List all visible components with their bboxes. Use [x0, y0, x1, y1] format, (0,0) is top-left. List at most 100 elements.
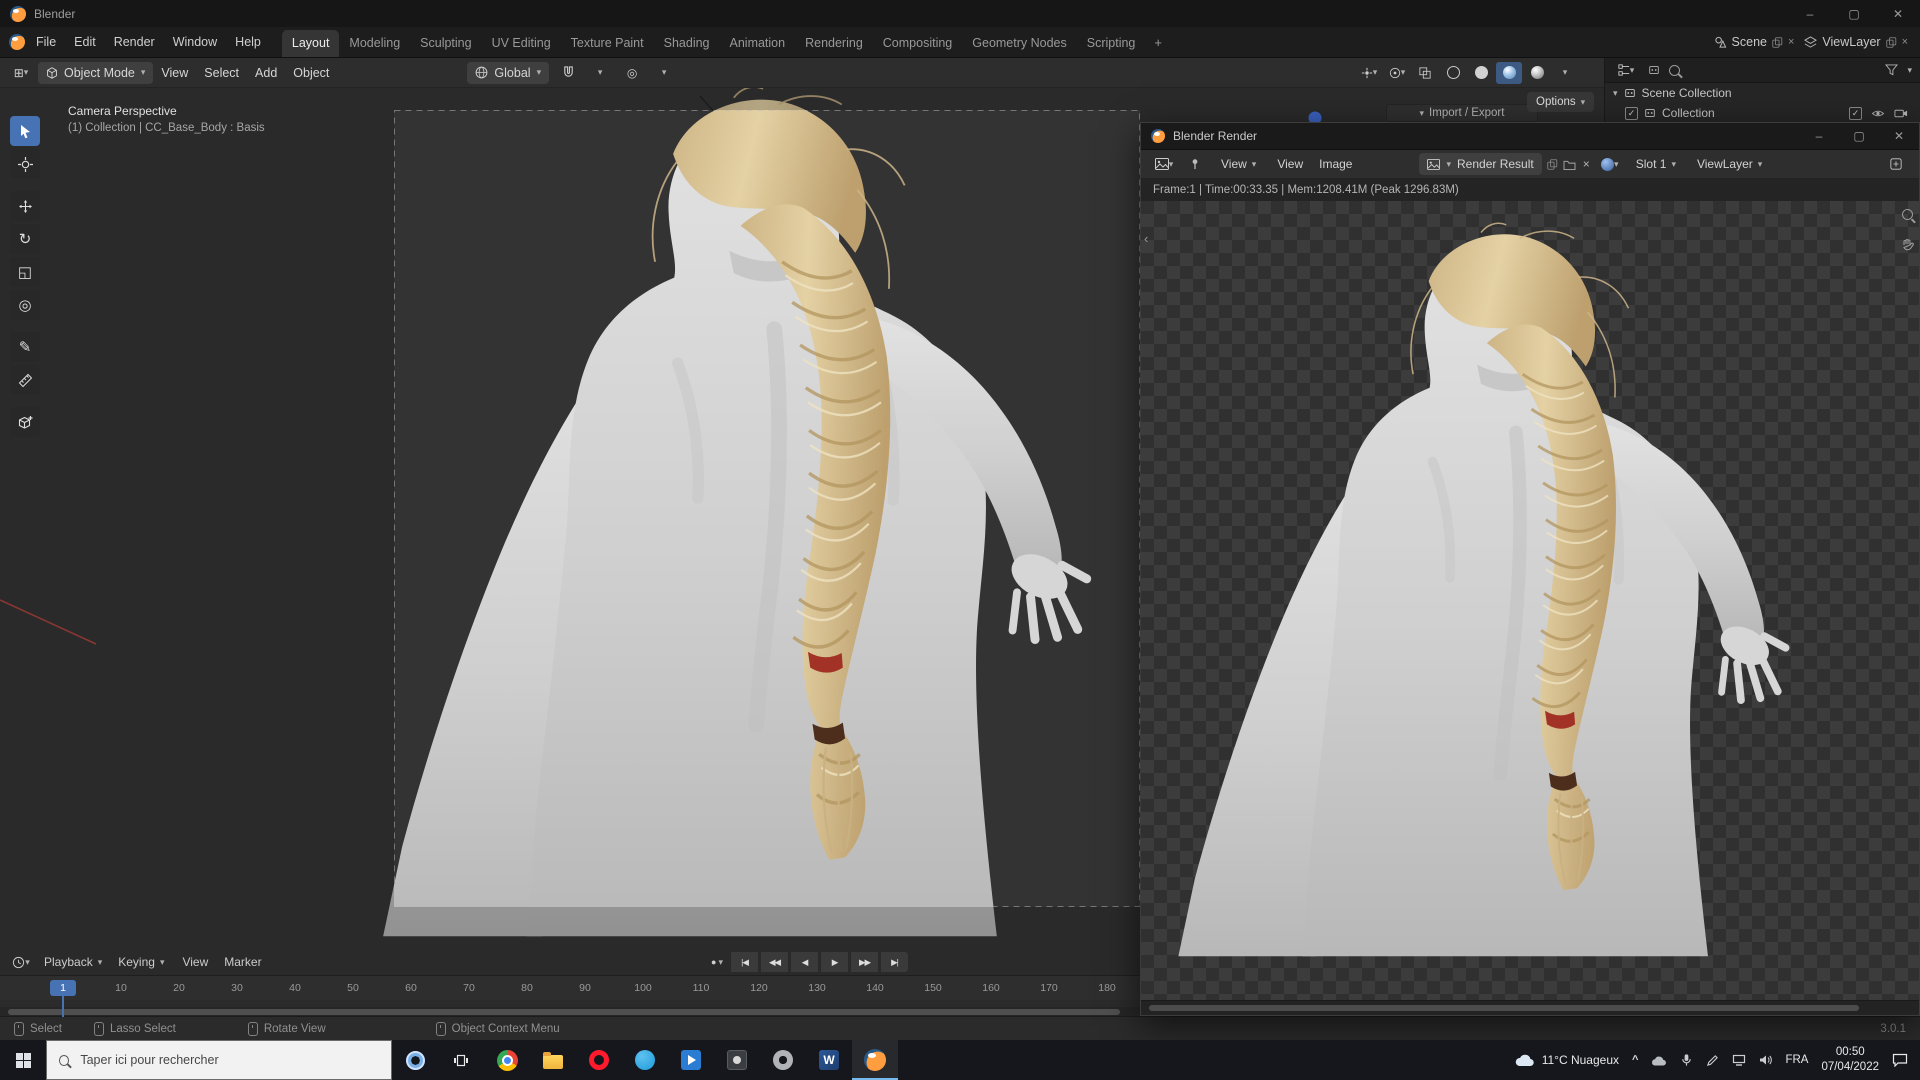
- timeline-editor-button[interactable]: ▾: [8, 951, 34, 973]
- render-scrollbar[interactable]: [1141, 1000, 1919, 1015]
- close-button[interactable]: ✕: [1876, 0, 1920, 27]
- collection-checkbox[interactable]: ✓: [1625, 106, 1638, 120]
- maximize-button[interactable]: ▢: [1832, 0, 1876, 27]
- search-input[interactable]: [78, 1052, 379, 1068]
- workspace-tab[interactable]: Geometry Nodes: [962, 30, 1076, 57]
- disable-render-camera-icon[interactable]: [1894, 108, 1908, 119]
- tool-transform[interactable]: ◎: [10, 290, 40, 320]
- workspace-tab[interactable]: Compositing: [873, 30, 962, 57]
- current-frame-indicator[interactable]: 1: [50, 980, 76, 996]
- tool-add-cube[interactable]: [10, 407, 40, 437]
- taskbar-app-blender[interactable]: [852, 1040, 898, 1080]
- tool-move[interactable]: [10, 191, 40, 221]
- new-scene-icon[interactable]: [1772, 36, 1783, 48]
- minimize-button[interactable]: –: [1788, 0, 1832, 27]
- shading-dropdown-button[interactable]: ▾: [1552, 62, 1578, 84]
- image-editor-type-button[interactable]: ▾: [1151, 153, 1177, 175]
- network-icon[interactable]: [1732, 1054, 1746, 1066]
- render-maximize-button[interactable]: ▢: [1839, 123, 1879, 149]
- browse-image-icon[interactable]: [1427, 158, 1441, 170]
- play-button[interactable]: ▶: [821, 952, 848, 972]
- blender-menu-icon[interactable]: [9, 34, 25, 50]
- taskbar-app-chrome[interactable]: [484, 1040, 530, 1080]
- image-editor-menu-item[interactable]: Image: [1311, 149, 1360, 179]
- new-image-icon[interactable]: [1547, 158, 1558, 170]
- tool-tweak-select[interactable]: [10, 116, 40, 146]
- overlays-dropdown-button[interactable]: ▾: [1384, 62, 1410, 84]
- image-editor-menu-item[interactable]: View: [1269, 149, 1311, 179]
- playhead-line[interactable]: [62, 996, 64, 1017]
- taskbar-app-file-explorer[interactable]: [530, 1040, 576, 1080]
- shading-solid-button[interactable]: [1468, 62, 1494, 84]
- hide-eye-icon[interactable]: [1871, 108, 1885, 119]
- tool-annotate[interactable]: ✎: [10, 332, 40, 362]
- zoom-tool-icon[interactable]: [1902, 209, 1913, 220]
- render-result-image[interactable]: ‹: [1141, 201, 1919, 1000]
- tool-measure[interactable]: [10, 365, 40, 395]
- workspace-tab[interactable]: Rendering: [795, 30, 873, 57]
- viewport-menu-item[interactable]: Object: [285, 58, 337, 88]
- remove-viewlayer-icon[interactable]: ×: [1902, 36, 1908, 48]
- tool-scale[interactable]: ◱: [10, 257, 40, 287]
- pan-hand-icon[interactable]: [1901, 238, 1914, 252]
- start-button[interactable]: [0, 1040, 46, 1080]
- taskbar-app-media[interactable]: [668, 1040, 714, 1080]
- tool-cursor[interactable]: [10, 149, 40, 179]
- scrollbar-thumb[interactable]: [1149, 1005, 1859, 1011]
- viewlayer-name[interactable]: ViewLayer: [1822, 35, 1880, 49]
- scene-name[interactable]: Scene: [1732, 35, 1767, 49]
- outliner-editor-button[interactable]: ▾: [1613, 61, 1639, 79]
- workspace-tab[interactable]: Sculpting: [410, 30, 481, 57]
- language-indicator[interactable]: FRA: [1785, 1054, 1808, 1066]
- gizmo-dropdown-button[interactable]: ▾: [1356, 62, 1382, 84]
- mode-dropdown[interactable]: Object Mode ▾: [38, 61, 154, 84]
- viewport-menu-item[interactable]: View: [153, 58, 196, 88]
- task-view-button[interactable]: [438, 1040, 484, 1080]
- timeline-menu-item[interactable]: View: [174, 949, 216, 975]
- menubar-item[interactable]: Window: [164, 27, 226, 57]
- jump-to-start-button[interactable]: |◀: [731, 952, 758, 972]
- render-minimize-button[interactable]: –: [1799, 123, 1839, 149]
- onedrive-icon[interactable]: [1651, 1055, 1667, 1066]
- display-channels-dropdown[interactable]: ▾: [1597, 153, 1623, 175]
- workspace-tab[interactable]: Texture Paint: [561, 30, 654, 57]
- snap-dropdown-button[interactable]: ▾: [587, 62, 613, 84]
- next-keyframe-button[interactable]: ▶▶: [851, 952, 878, 972]
- taskbar-app-dark[interactable]: [714, 1040, 760, 1080]
- taskbar-app-settings[interactable]: [760, 1040, 806, 1080]
- taskbar-app-blue[interactable]: [622, 1040, 668, 1080]
- timeline-dropdown[interactable]: Keying ▾: [110, 949, 172, 975]
- workspace-tab[interactable]: UV Editing: [482, 30, 561, 57]
- notification-center-icon[interactable]: [1892, 1053, 1908, 1067]
- workspace-tab[interactable]: Modeling: [339, 30, 410, 57]
- image-datablock-selector[interactable]: ▾ Render Result: [1419, 153, 1542, 175]
- slot-dropdown[interactable]: Slot 1 ▾: [1628, 151, 1684, 177]
- taskbar-app-word[interactable]: [806, 1040, 852, 1080]
- proportional-edit-button[interactable]: ◎: [619, 62, 645, 84]
- timeline-dropdown[interactable]: Playback ▾: [36, 949, 110, 975]
- outliner-search-icon[interactable]: [1669, 64, 1680, 76]
- shading-rendered-button[interactable]: [1524, 62, 1550, 84]
- filter-dropdown-icon[interactable]: ▾: [1907, 65, 1912, 76]
- snap-toggle-button[interactable]: [555, 62, 581, 84]
- expand-caret-icon[interactable]: ▾: [1613, 88, 1618, 99]
- workspace-tab[interactable]: Scripting: [1077, 30, 1146, 57]
- pen-icon[interactable]: [1706, 1054, 1719, 1067]
- cortana-button[interactable]: [392, 1040, 438, 1080]
- menubar-item[interactable]: Render: [105, 27, 164, 57]
- viewport-menu-item[interactable]: Add: [247, 58, 285, 88]
- viewport-menu-item[interactable]: Select: [196, 58, 247, 88]
- microphone-icon[interactable]: [1680, 1053, 1693, 1067]
- unlink-image-button[interactable]: ×: [1581, 157, 1592, 171]
- auto-keying-toggle[interactable]: ● ▾: [706, 952, 728, 972]
- add-workspace-button[interactable]: +: [1145, 35, 1171, 50]
- scrollbar-thumb[interactable]: [8, 1009, 1120, 1015]
- render-layer-dropdown[interactable]: ViewLayer ▾: [1689, 151, 1770, 177]
- open-image-icon[interactable]: [1563, 159, 1576, 170]
- add-viewlayer-icon[interactable]: [1885, 36, 1897, 48]
- view-mode-dropdown[interactable]: View ▾: [1213, 151, 1264, 177]
- shading-material-button[interactable]: [1496, 61, 1522, 84]
- unlink-scene-icon[interactable]: ×: [1788, 36, 1794, 48]
- timeline-menu-item[interactable]: Marker: [216, 949, 269, 975]
- proportional-dropdown-button[interactable]: ▾: [651, 62, 677, 84]
